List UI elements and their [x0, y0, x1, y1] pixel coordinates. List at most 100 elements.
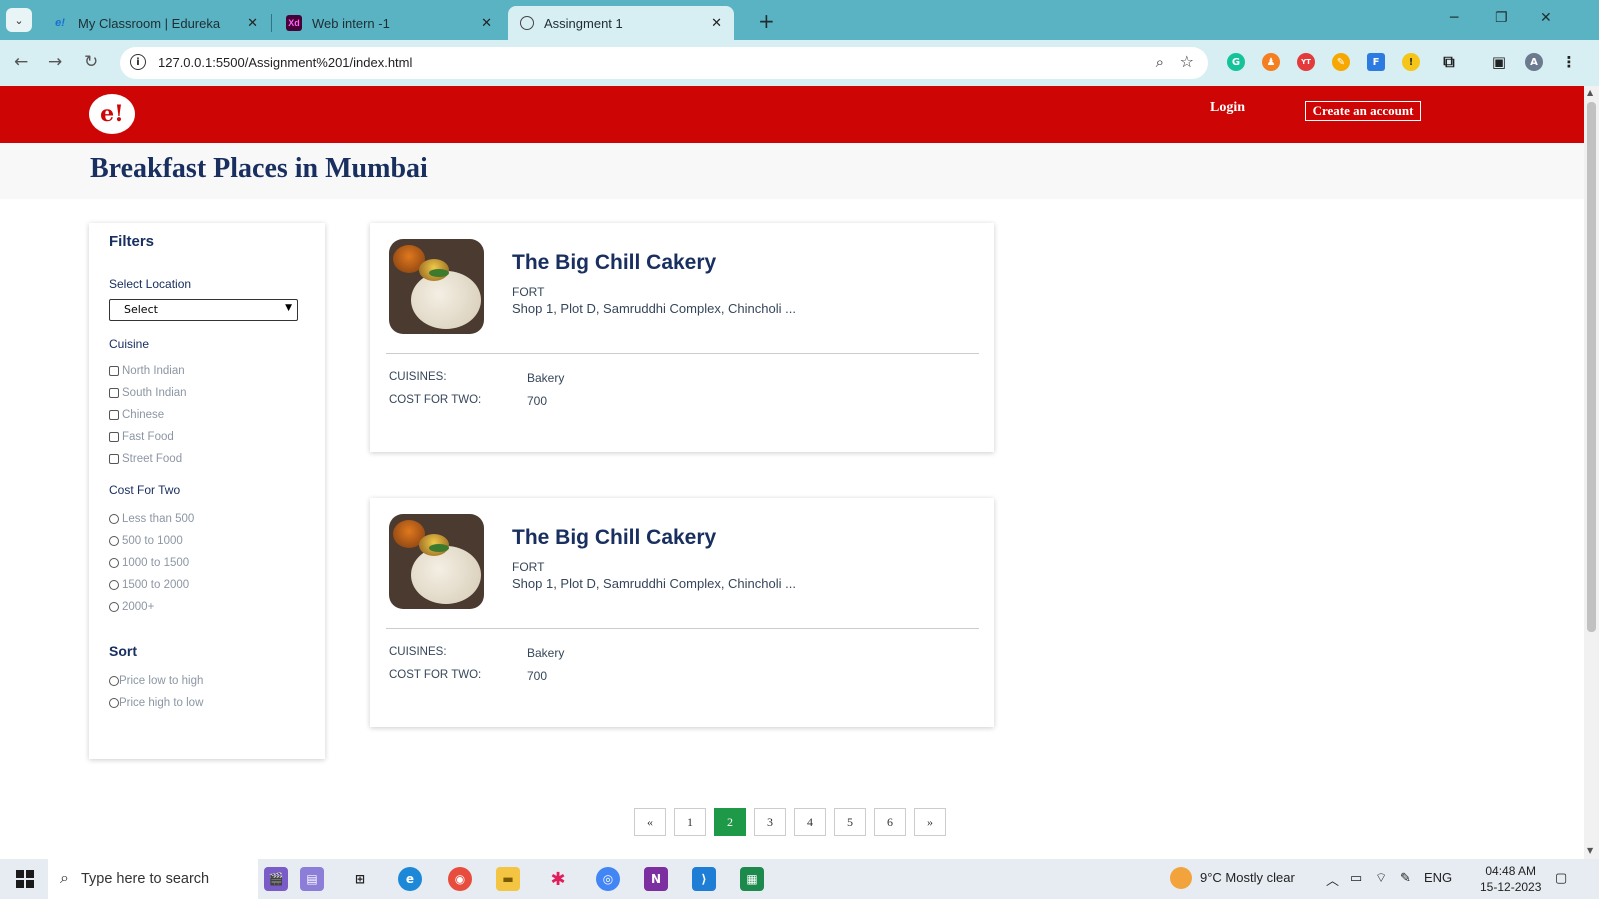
grammarly-extension-icon[interactable]: G	[1227, 53, 1245, 71]
page-button[interactable]: 4	[794, 808, 826, 836]
recorder-app-icon[interactable]: ◉	[448, 867, 472, 891]
extension-icon[interactable]: ✎	[1332, 53, 1350, 71]
browser-menu-icon[interactable]: ⋮	[1560, 53, 1578, 71]
location-select[interactable]: Select ▼	[109, 299, 298, 321]
scrollbar-thumb[interactable]	[1587, 102, 1596, 632]
vscode-icon[interactable]: ⟩	[692, 867, 716, 891]
close-icon[interactable]: ✕	[711, 15, 722, 31]
checkbox[interactable]	[109, 432, 119, 442]
side-panel-icon[interactable]: ▣	[1490, 53, 1508, 71]
login-button[interactable]: Login	[1210, 100, 1245, 116]
close-icon[interactable]: ✕	[481, 15, 492, 31]
web-page: e! Login Create an account Breakfast Pla…	[0, 86, 1584, 859]
checkbox[interactable]	[109, 388, 119, 398]
language-indicator[interactable]: ENG	[1424, 870, 1452, 885]
pen-icon[interactable]: ✎	[1400, 870, 1411, 886]
extension-icon[interactable]: ♟	[1262, 53, 1280, 71]
scroll-down-arrow-icon[interactable]: ▼	[1587, 846, 1593, 855]
restaurant-name[interactable]: The Big Chill Cakery	[512, 251, 716, 275]
page-scrollbar[interactable]: ▲ ▼	[1584, 86, 1599, 859]
notes-app-icon[interactable]: ▤	[300, 867, 324, 891]
edge-browser-icon[interactable]: e	[398, 867, 422, 891]
extension-icon[interactable]: F	[1367, 53, 1385, 71]
tab-web-intern[interactable]: Xd Web intern -1 ✕	[274, 6, 504, 40]
cost-option[interactable]: 1500 to 2000	[109, 579, 189, 591]
onenote-icon[interactable]: N	[644, 867, 668, 891]
system-clock[interactable]: 04:48 AM 15-12-2023	[1480, 863, 1541, 895]
restaurant-image	[389, 514, 484, 609]
weather-text[interactable]: 9°C Mostly clear	[1200, 870, 1295, 885]
url-text[interactable]: 127.0.0.1:5500/Assignment%201/index.html	[158, 55, 412, 70]
tab-edureka[interactable]: e! My Classroom | Edureka ✕	[40, 6, 270, 40]
cuisines-value: Bakery	[527, 646, 565, 660]
close-icon[interactable]: ✕	[247, 15, 258, 31]
window-close-icon[interactable]: ✕	[1540, 10, 1552, 26]
tab-assignment-active[interactable]: Assingment 1 ✕	[508, 6, 734, 40]
restaurant-name[interactable]: The Big Chill Cakery	[512, 526, 716, 550]
radio[interactable]	[109, 558, 119, 568]
checkbox[interactable]	[109, 454, 119, 464]
page-next-button[interactable]: »	[914, 808, 946, 836]
show-hidden-icons-chevron-icon[interactable]: ︿	[1326, 870, 1339, 889]
zoom-icon[interactable]: ⌕	[1156, 53, 1164, 71]
cuisine-option[interactable]: South Indian	[109, 387, 187, 399]
page-button[interactable]: 6	[874, 808, 906, 836]
clapper-app-icon[interactable]: 🎬	[264, 867, 288, 891]
cuisines-label: CUISINES:	[389, 646, 447, 658]
extensions-puzzle-icon[interactable]: ⧉	[1440, 52, 1458, 71]
site-info-icon[interactable]: i	[130, 54, 146, 70]
cuisine-option[interactable]: Street Food	[109, 453, 182, 465]
page-prev-button[interactable]: «	[634, 808, 666, 836]
radio[interactable]	[109, 514, 119, 524]
extension-icon[interactable]: YT	[1297, 53, 1315, 71]
cuisine-option[interactable]: Fast Food	[109, 431, 174, 443]
checkbox[interactable]	[109, 410, 119, 420]
cost-option[interactable]: 1000 to 1500	[109, 557, 189, 569]
forward-arrow-icon[interactable]: →	[48, 52, 62, 72]
scroll-up-arrow-icon[interactable]: ▲	[1587, 88, 1593, 97]
battery-icon[interactable]: ▭	[1350, 870, 1362, 886]
radio[interactable]	[109, 698, 119, 708]
cost-option[interactable]: 2000+	[109, 601, 154, 613]
page-button-active[interactable]: 2	[714, 808, 746, 836]
page-button[interactable]: 5	[834, 808, 866, 836]
cost-for-two-value: 700	[527, 394, 548, 408]
cost-option[interactable]: 500 to 1000	[109, 535, 183, 547]
taskbar-search[interactable]: ⌕ Type here to search	[48, 859, 258, 899]
slack-icon[interactable]: ✱	[546, 867, 570, 891]
address-bar[interactable]: i 127.0.0.1:5500/Assignment%201/index.ht…	[120, 47, 1208, 79]
restaurant-card[interactable]: The Big Chill Cakery FORT Shop 1, Plot D…	[370, 223, 994, 452]
notification-icon[interactable]: ▢	[1555, 870, 1567, 886]
chrome-icon[interactable]: ◎	[596, 867, 620, 891]
file-explorer-icon[interactable]: ▬	[496, 867, 520, 891]
tab-search-chevron-icon[interactable]: ⌄	[6, 8, 32, 32]
sort-option[interactable]: Price low to high	[109, 675, 203, 687]
radio[interactable]	[109, 536, 119, 546]
site-logo[interactable]: e!	[89, 94, 135, 134]
page-button[interactable]: 3	[754, 808, 786, 836]
sheets-app-icon[interactable]: ▦	[740, 867, 764, 891]
sort-option[interactable]: Price high to low	[109, 697, 203, 709]
radio[interactable]	[109, 676, 119, 686]
network-icon[interactable]: ⌔	[1375, 870, 1387, 886]
cuisine-option[interactable]: Chinese	[109, 409, 164, 421]
weather-icon[interactable]	[1170, 867, 1192, 889]
minimize-icon[interactable]: ─	[1450, 10, 1458, 26]
cuisine-option[interactable]: North Indian	[109, 365, 185, 377]
bookmark-star-icon[interactable]: ☆	[1180, 52, 1194, 71]
restaurant-card[interactable]: The Big Chill Cakery FORT Shop 1, Plot D…	[370, 498, 994, 727]
windows-start-icon[interactable]	[16, 870, 34, 888]
profile-avatar[interactable]: A	[1525, 53, 1543, 71]
checkbox[interactable]	[109, 366, 119, 376]
radio[interactable]	[109, 602, 119, 612]
back-arrow-icon[interactable]: ←	[14, 52, 28, 72]
radio[interactable]	[109, 580, 119, 590]
new-tab-icon[interactable]: +	[758, 9, 775, 33]
extension-icon[interactable]: !	[1402, 53, 1420, 71]
task-view-icon[interactable]: ⊞	[348, 867, 372, 891]
reload-icon[interactable]: ↻	[84, 52, 98, 72]
restore-icon[interactable]: ❐	[1495, 10, 1508, 26]
page-button[interactable]: 1	[674, 808, 706, 836]
create-account-button[interactable]: Create an account	[1305, 101, 1421, 121]
cost-option[interactable]: Less than 500	[109, 513, 194, 525]
